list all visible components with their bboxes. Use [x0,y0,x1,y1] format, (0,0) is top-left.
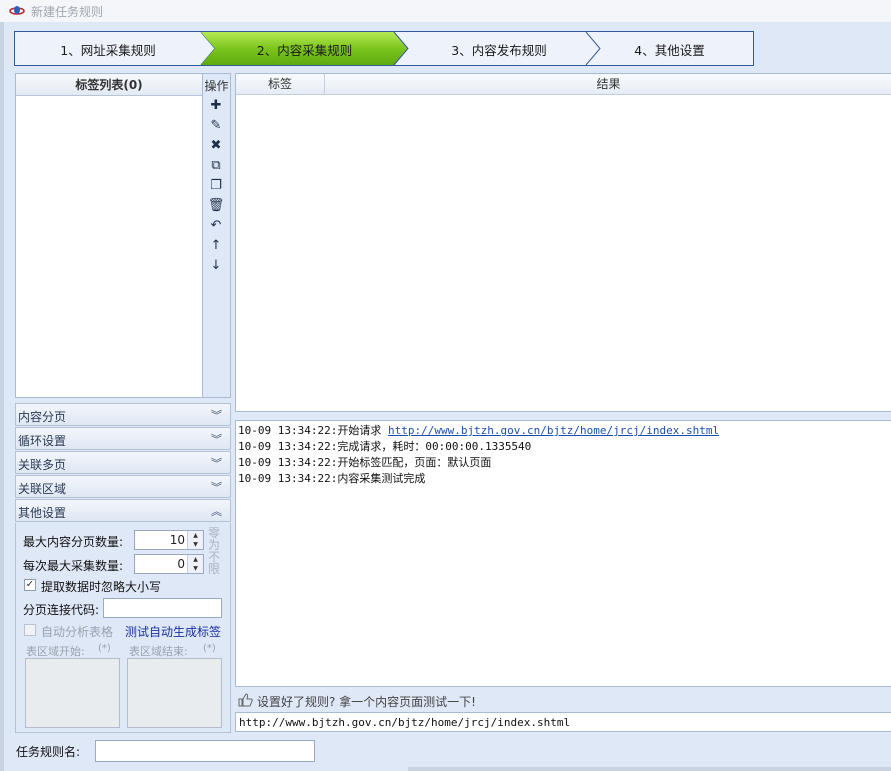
status-strip [408,767,891,771]
log-line: 10-09 13:34:22:完成请求，耗时：00:00:00.1335540 [238,439,889,455]
column-header-result[interactable]: 结果 [325,74,891,95]
arrow-down-icon[interactable]: ▼ [188,564,203,573]
max-collect-stepper[interactable]: 0 ▲ ▼ [134,554,204,574]
edit-icon[interactable]: ✎ [203,116,229,136]
copy-icon[interactable]: ⧉ [203,156,229,176]
add-icon[interactable]: ✚ [203,96,229,116]
log-line: 10-09 13:34:22:内容采集测试完成 [238,471,889,487]
log-output: 10-09 13:34:22:开始请求 http://www.bjtzh.gov… [235,420,891,687]
log-text: 内容采集测试完成 [337,472,426,485]
thumbs-up-icon [238,693,253,707]
table-end-wildcard: (*) [203,643,216,654]
arrow-up-icon[interactable]: ▲ [188,555,203,564]
max-pages-stepper[interactable]: 10 ▲ ▼ [134,530,204,550]
test-prompt-text: 设置好了规则? 拿一个内容页面测试一下! [257,695,476,709]
accordion-content-paging[interactable]: 内容分页 ︾ [15,403,231,426]
max-pages-label: 最大内容分页数量: [23,535,124,549]
wizard-step-other-settings[interactable]: 4、其他设置 [586,32,753,65]
wizard-step-publish-rules[interactable]: 3、内容发布规则 [394,32,604,65]
test-auto-tag-link[interactable]: 测试自动生成标签 [125,623,221,640]
window-left-edge [0,22,4,771]
log-time: 10-09 13:34:22: [238,456,338,469]
auto-table-checkbox[interactable] [24,624,36,636]
max-collect-label: 每次最大采集数量: [23,559,124,573]
table-end-textarea[interactable] [127,658,222,728]
test-prompt-bar: 设置好了规则? 拿一个内容页面测试一下! [235,689,891,711]
move-down-icon[interactable]: ↓ [203,256,229,276]
accordion-label: 循环设置 [18,434,67,448]
chevron-double-up-icon: ︽ [211,505,222,518]
log-url-link[interactable]: http://www.bjtzh.gov.cn/bjtz/home/jrcj/i… [388,424,719,437]
stepper-value: 0 [177,557,185,571]
stepper-arrows[interactable]: ▲ ▼ [187,555,203,573]
title-bar: 新建任务规则 [0,0,891,22]
arrow-down-icon[interactable]: ▼ [188,540,203,549]
accordion-linked-pages[interactable]: 关联多页 ︾ [15,451,231,474]
log-text: 完成请求，耗时：00:00:00.1335540 [337,440,532,453]
table-start-label: 表区域开始: [26,645,85,658]
accordion-other-settings[interactable]: 其他设置 ︽ [15,499,231,522]
log-line: 10-09 13:34:22:开始请求 http://www.bjtzh.gov… [238,423,889,439]
step-label: 1、网址采集规则 [60,43,156,58]
accordion-label: 关联多页 [18,458,67,472]
ignore-case-checkbox[interactable]: ✓ [24,579,36,591]
wizard-step-content-rules[interactable]: 2、内容采集规则 [201,32,411,65]
accordion-loop-settings[interactable]: 循环设置 ︾ [15,427,231,450]
page-link-label: 分页连接代码: [23,603,100,617]
step-label: 4、其他设置 [634,43,705,58]
chevron-double-down-icon: ︾ [211,433,222,446]
log-time: 10-09 13:34:22: [238,472,338,485]
operations-toolbar: 操作 ✚ ✎ ✖ ⧉ ❐ 🗑 ↶ ↑ ↓ [203,73,231,398]
ignore-case-label: 提取数据时忽略大小写 [41,580,162,594]
log-time: 10-09 13:34:22: [238,424,338,437]
paste-icon[interactable]: ❐ [203,176,229,196]
move-up-icon[interactable]: ↑ [203,236,229,256]
rule-name-input[interactable] [95,740,315,762]
accordion-linked-regions[interactable]: 关联区域 ︾ [15,475,231,498]
accordion-label: 关联区域 [18,482,67,496]
table-end-label: 表区域结束: [129,645,188,658]
stepper-value: 10 [169,533,185,547]
undo-icon[interactable]: ↶ [203,216,229,236]
column-header-tag[interactable]: 标签 [236,74,325,95]
table-start-textarea[interactable] [25,658,120,728]
chevron-double-down-icon: ︾ [211,481,222,494]
tag-list-panel[interactable]: 标签列表(0) [15,73,203,398]
table-start-wildcard: (*) [98,643,111,654]
operations-title: 操作 [204,79,229,93]
tag-list-header: 标签列表(0) [16,74,202,96]
zero-unlimited-note: 零为不限 [207,526,220,576]
accordion-label: 其他设置 [18,506,67,520]
chevron-double-down-icon: ︾ [211,457,222,470]
chevron-double-down-icon: ︾ [211,409,222,422]
wizard-steps: 1、网址采集规则 2、内容采集规则 3、内容发布规则 4、其他设置 [14,31,754,66]
trash-icon[interactable]: 🗑 [203,196,229,216]
log-line: 10-09 13:34:22:开始标签匹配，页面：默认页面 [238,455,889,471]
arrow-up-icon[interactable]: ▲ [188,531,203,540]
log-text: 开始标签匹配，页面：默认页面 [337,456,492,469]
delete-icon[interactable]: ✖ [203,136,229,156]
tag-results-table[interactable]: 标签 结果 [235,73,891,412]
stepper-arrows[interactable]: ▲ ▼ [187,531,203,549]
window-title: 新建任务规则 [31,5,104,19]
auto-table-label: 自动分析表格 [41,625,114,639]
rule-name-label: 任务规则名: [16,745,81,759]
app-logo-icon [9,6,25,15]
step-label: 3、内容发布规则 [451,43,547,58]
log-time: 10-09 13:34:22: [238,440,338,453]
test-url-input[interactable]: http://www.bjtzh.gov.cn/bjtz/home/jrcj/i… [235,712,891,732]
page-link-code-input[interactable] [103,598,222,618]
log-text: 开始请求 [337,424,388,437]
accordion-label: 内容分页 [18,410,67,424]
step-label: 2、内容采集规则 [256,43,353,58]
